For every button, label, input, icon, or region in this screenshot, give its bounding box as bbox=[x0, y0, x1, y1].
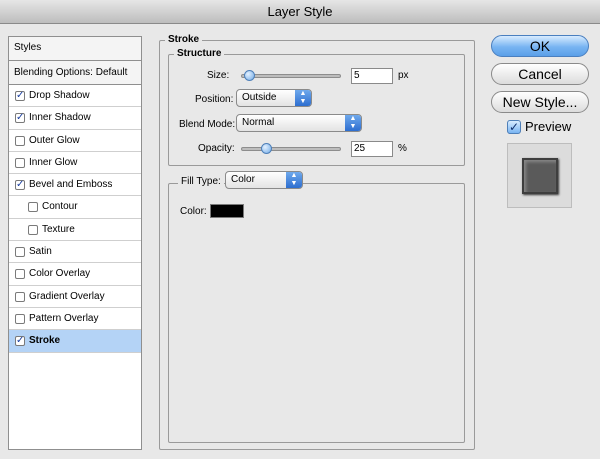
styles-header[interactable]: Styles bbox=[9, 37, 141, 61]
window-title: Layer Style bbox=[0, 0, 600, 24]
size-unit: px bbox=[398, 70, 409, 81]
opacity-label: Opacity: bbox=[198, 143, 235, 154]
fill-type-label: Fill Type: bbox=[178, 176, 224, 187]
blend-mode-value: Normal bbox=[242, 117, 275, 128]
checkbox-checked-icon[interactable]: ✓ bbox=[15, 180, 25, 191]
color-swatch[interactable] bbox=[210, 204, 244, 218]
position-value: Outside bbox=[242, 92, 277, 103]
preview-square bbox=[522, 158, 558, 194]
fill-group-box bbox=[168, 183, 465, 443]
fill-type-select[interactable]: Color ▲ ▼ bbox=[225, 171, 303, 189]
style-items: ✓ Drop Shadow ✓ Inner Shadow Outer Glow Inner… bbox=[9, 85, 141, 353]
style-item-color-overlay[interactable]: Color Overlay bbox=[9, 263, 141, 286]
checkbox-unchecked-icon[interactable] bbox=[15, 313, 25, 324]
blending-options-item[interactable]: Blending Options: Default bbox=[9, 61, 141, 85]
opacity-input[interactable]: 25 bbox=[351, 141, 393, 157]
color-label: Color: bbox=[180, 206, 207, 217]
chevron-updown-icon: ▲ ▼ bbox=[286, 172, 302, 188]
style-item-satin[interactable]: Satin bbox=[9, 241, 141, 264]
style-item-label: Pattern Overlay bbox=[29, 312, 99, 324]
checkbox-checked-icon[interactable]: ✓ bbox=[15, 336, 25, 347]
style-item-label: Contour bbox=[42, 201, 78, 213]
ok-button[interactable]: OK bbox=[491, 35, 589, 57]
style-item-label: Texture bbox=[42, 223, 75, 235]
checkbox-unchecked-icon[interactable] bbox=[15, 135, 25, 146]
style-preview-thumbnail bbox=[507, 143, 572, 208]
preview-checkbox[interactable]: ✓ Preview bbox=[507, 119, 587, 137]
stroke-settings-panel: Stroke Structure Size: 5 px Position: Ou… bbox=[159, 34, 475, 450]
blend-mode-label: Blend Mode: bbox=[179, 119, 236, 130]
checkbox-checked-icon[interactable]: ✓ bbox=[15, 113, 25, 124]
styles-list: Styles Blending Options: Default ✓ Drop S… bbox=[8, 36, 142, 450]
style-item-label: Inner Glow bbox=[29, 156, 78, 168]
opacity-slider-track[interactable] bbox=[241, 147, 341, 151]
checkbox-unchecked-icon[interactable] bbox=[15, 247, 25, 258]
style-item-pattern-overlay[interactable]: Pattern Overlay bbox=[9, 308, 141, 331]
opacity-slider-knob[interactable] bbox=[260, 143, 272, 154]
blend-mode-select[interactable]: Normal ▲ ▼ bbox=[236, 114, 362, 132]
stroke-group-title: Stroke bbox=[165, 34, 203, 45]
preview-label: Preview bbox=[525, 119, 572, 134]
checkbox-unchecked-icon[interactable] bbox=[15, 269, 25, 280]
position-select[interactable]: Outside ▲ ▼ bbox=[236, 89, 312, 107]
style-item-stroke[interactable]: ✓ Stroke bbox=[9, 330, 141, 353]
checkmark-icon: ✓ bbox=[507, 120, 521, 134]
style-item-inner-shadow[interactable]: ✓ Inner Shadow bbox=[9, 107, 141, 130]
opacity-unit: % bbox=[398, 143, 407, 154]
size-slider-knob[interactable] bbox=[243, 70, 255, 81]
style-item-inner-glow[interactable]: Inner Glow bbox=[9, 152, 141, 175]
checkbox-unchecked-icon[interactable] bbox=[28, 224, 38, 235]
checkbox-checked-icon[interactable]: ✓ bbox=[15, 91, 25, 101]
style-item-label: Inner Shadow bbox=[29, 112, 91, 124]
checkbox-unchecked-icon[interactable] bbox=[28, 202, 38, 213]
size-slider-track[interactable] bbox=[241, 74, 341, 78]
fill-type-value: Color bbox=[231, 174, 255, 185]
cancel-button[interactable]: Cancel bbox=[491, 63, 589, 85]
style-item-drop-shadow[interactable]: ✓ Drop Shadow bbox=[9, 85, 141, 108]
size-label: Size: bbox=[207, 70, 230, 81]
style-item-outer-glow[interactable]: Outer Glow bbox=[9, 130, 141, 152]
style-item-label: Satin bbox=[29, 246, 52, 258]
structure-group-title: Structure bbox=[174, 48, 225, 59]
new-style-button[interactable]: New Style... bbox=[491, 91, 589, 113]
position-label: Position: bbox=[195, 94, 234, 105]
style-item-label: Stroke bbox=[29, 335, 61, 347]
style-item-label: Drop Shadow bbox=[29, 90, 90, 101]
checkbox-unchecked-icon[interactable] bbox=[15, 291, 25, 302]
size-input[interactable]: 5 bbox=[351, 68, 393, 84]
style-item-texture[interactable]: Texture bbox=[9, 219, 141, 242]
style-item-label: Bevel and Emboss bbox=[29, 179, 113, 191]
layer-style-dialog: Layer Style Styles Blending Options: Def… bbox=[0, 0, 600, 459]
style-item-label: Color Overlay bbox=[29, 268, 91, 280]
style-item-label: Outer Glow bbox=[29, 134, 80, 146]
style-item-bevel-and-emboss[interactable]: ✓ Bevel and Emboss bbox=[9, 174, 141, 197]
checkbox-unchecked-icon[interactable] bbox=[15, 157, 25, 168]
chevron-updown-icon: ▲ ▼ bbox=[295, 90, 311, 106]
chevron-updown-icon: ▲ ▼ bbox=[345, 115, 361, 131]
style-item-contour[interactable]: Contour bbox=[9, 196, 141, 219]
style-item-label: Gradient Overlay bbox=[29, 290, 105, 302]
style-item-gradient-overlay[interactable]: Gradient Overlay bbox=[9, 286, 141, 308]
